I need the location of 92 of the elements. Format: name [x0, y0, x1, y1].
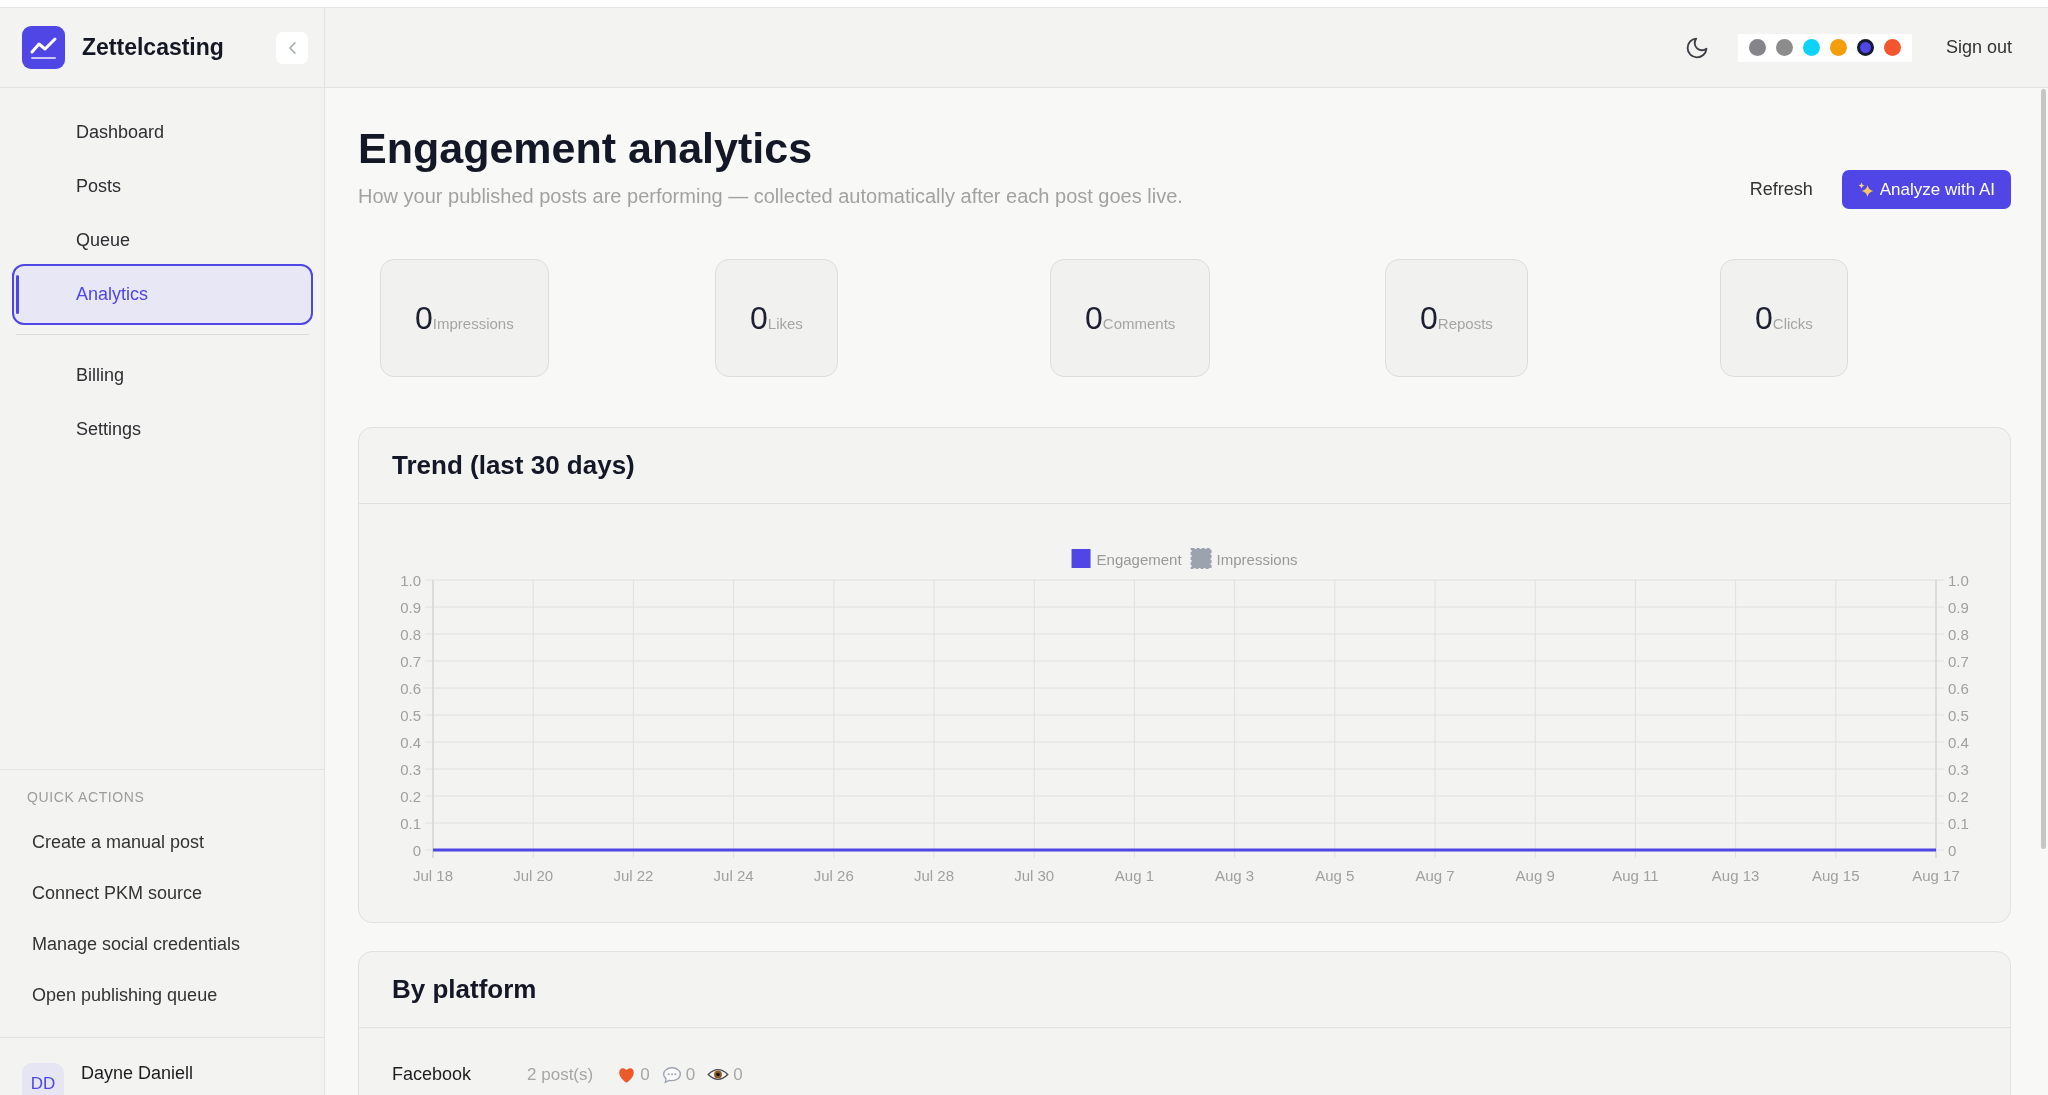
section-heading: QUICK ACTIONS: [27, 788, 145, 807]
analyze-button[interactable]: Analyze with AI: [1841, 170, 2011, 209]
sign-out-link[interactable]: Sign out: [1945, 37, 2012, 58]
post-count: 2 post(s): [527, 1064, 594, 1085]
stat-value: 0: [1420, 299, 1438, 338]
eye-icon: [707, 1068, 730, 1081]
nav-item[interactable]: Posts: [12, 162, 313, 210]
legend-swatch-icon: [1071, 549, 1091, 568]
axis-tick-label: Jul 30: [1014, 866, 1055, 884]
axis-tick-label: Aug 11: [1612, 866, 1659, 884]
axis-tick-label: 0.6: [1948, 679, 1969, 697]
stat-label: Impressions: [432, 315, 514, 332]
scrollbar-thumb[interactable]: [2041, 89, 2046, 849]
stat-value: 0: [415, 299, 433, 338]
axis-tick-label: 0: [1948, 841, 1957, 859]
legend-swatch-icon: [1190, 548, 1212, 569]
app-name: Zettelcasting: [82, 34, 224, 61]
axis-tick-label: Jul 28: [914, 866, 954, 884]
axis-tick-label: Jul 22: [613, 866, 654, 884]
panel-title: By platform: [392, 974, 537, 1005]
color-swatch-icon[interactable]: [1748, 38, 1766, 56]
axis-tick-label: 1.0: [1948, 571, 1969, 589]
stat-label: Likes: [767, 315, 803, 332]
axis-tick-label: 0.4: [400, 733, 421, 751]
quick-action-link[interactable]: Connect PKM source: [32, 881, 203, 905]
nav-item[interactable]: Queue: [12, 216, 313, 264]
sparkle-icon: [1857, 181, 1874, 198]
axis-tick-label: 0.3: [1948, 760, 1969, 778]
axis-tick-label: 0.7: [400, 652, 421, 670]
stat-label: Clicks: [1772, 315, 1813, 332]
axis-tick-label: 0.9: [1948, 598, 1969, 616]
axis-tick-label: 0.8: [400, 625, 421, 643]
legend-label: Impressions: [1216, 550, 1298, 568]
view-count: 0: [733, 1064, 743, 1085]
stat-label: Comments: [1102, 315, 1176, 332]
avatar: DD: [22, 1063, 64, 1095]
color-swatch-icon[interactable]: [1829, 38, 1847, 56]
axis-tick-label: Aug 1: [1114, 866, 1154, 884]
moon-icon[interactable]: [1685, 36, 1708, 59]
nav-item[interactable]: Settings: [12, 405, 313, 453]
color-swatch-icon[interactable]: [1883, 38, 1901, 56]
legend-label: Engagement: [1096, 550, 1182, 568]
quick-action-link[interactable]: Manage social credentials: [32, 932, 241, 956]
axis-tick-label: Aug 13: [1711, 866, 1760, 884]
color-swatch-icon[interactable]: [1856, 38, 1874, 56]
axis-tick-label: 0.5: [400, 706, 421, 724]
axis-tick-label: Aug 7: [1415, 866, 1455, 884]
speech-bubble-icon: [661, 1065, 682, 1084]
axis-tick-label: 0.4: [1948, 733, 1969, 751]
axis-tick-label: Jul 26: [813, 866, 854, 884]
axis-tick-label: 0.2: [1948, 787, 1969, 805]
nav-item[interactable]: Analytics: [12, 264, 313, 325]
axis-tick-label: 0.9: [400, 598, 421, 616]
axis-tick-label: Aug 3: [1215, 866, 1255, 884]
stat-value: 0: [750, 299, 768, 338]
axis-tick-label: 0.8: [1948, 625, 1969, 643]
nav-item[interactable]: Billing: [12, 351, 313, 399]
stat-value: 0: [1755, 299, 1773, 338]
quick-action-link[interactable]: Create a manual post: [32, 830, 205, 854]
panel-title: Trend (last 30 days): [392, 450, 635, 481]
axis-tick-label: 0.1: [1948, 814, 1969, 832]
page-subtitle: How your published posts are performing — collected automatically after each post goes live.: [358, 184, 1183, 209]
axis-tick-label: Jul 24: [713, 866, 754, 884]
logo-icon: [22, 26, 65, 69]
color-swatch-icon[interactable]: [1802, 38, 1820, 56]
axis-tick-label: 0: [412, 841, 421, 859]
stat-value: 0: [1085, 299, 1103, 338]
quick-action-link[interactable]: Open publishing queue: [32, 983, 218, 1007]
chevron-left-icon: [288, 41, 296, 54]
refresh-link[interactable]: Refresh: [1749, 179, 1813, 200]
nav-item[interactable]: Dashboard: [12, 108, 313, 156]
comment-count: 0: [685, 1064, 696, 1085]
platform-name: Facebook: [392, 1064, 472, 1085]
axis-tick-label: Aug 9: [1515, 866, 1555, 884]
axis-tick-label: 1.0: [400, 571, 421, 589]
heart-icon: [617, 1065, 637, 1084]
page-title: Engagement analytics: [358, 123, 813, 174]
axis-tick-label: 0.5: [1948, 706, 1969, 724]
stat-label: Reposts: [1437, 315, 1493, 332]
axis-tick-label: Aug 15: [1812, 866, 1860, 884]
axis-tick-label: 0.6: [400, 679, 421, 697]
axis-tick-label: 0.7: [1948, 652, 1969, 670]
axis-tick-label: 0.1: [400, 814, 421, 832]
axis-tick-label: Jul 18: [413, 866, 453, 884]
axis-tick-label: 0.3: [400, 760, 421, 778]
axis-tick-label: Aug 17: [1912, 866, 1960, 884]
color-swatch-icon[interactable]: [1775, 38, 1793, 56]
like-count: 0: [640, 1064, 650, 1085]
user-name: Dayne Daniell: [81, 1062, 194, 1084]
axis-tick-label: Aug 5: [1315, 866, 1355, 884]
axis-tick-label: Jul 20: [513, 866, 554, 884]
axis-tick-label: 0.2: [400, 787, 421, 805]
